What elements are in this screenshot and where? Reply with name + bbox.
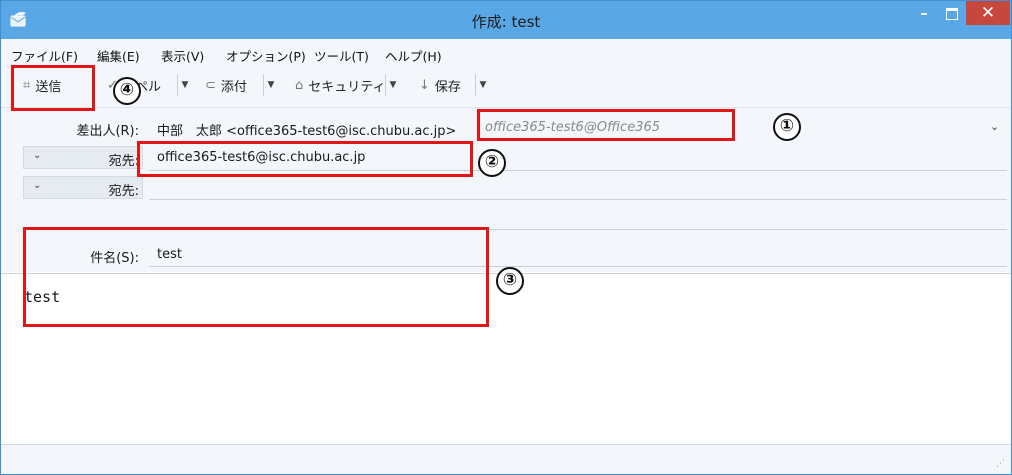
from-address[interactable]: 中部 太郎 <office365-test6@isc.chubu.ac.jp> <box>157 120 456 139</box>
save-dropdown-button[interactable]: ▼ <box>475 74 490 96</box>
annotation-marker-1: ① <box>773 113 801 141</box>
menu-bar: ファイル(F) 編集(E) 表示(V) オプション(P) ツール(T) ヘルプ(… <box>1 39 1011 65</box>
attach-label: 添付 <box>220 80 247 95</box>
security-dropdown-button[interactable]: ▼ <box>385 74 400 96</box>
from-dropdown-icon[interactable]: ⌄ <box>990 120 999 133</box>
highlight-recipient <box>137 141 473 177</box>
lock-icon: ⌂ <box>295 78 304 93</box>
menu-file[interactable]: ファイル(F) <box>11 46 78 65</box>
attach-dropdown-button[interactable]: ▼ <box>263 74 278 96</box>
maximize-icon <box>946 8 958 20</box>
menu-edit[interactable]: 編集(E) <box>97 46 140 65</box>
highlight-subject-body <box>23 227 489 327</box>
close-button[interactable]: ✕ <box>966 1 1010 25</box>
save-label: 保存 <box>434 80 461 95</box>
to2-underline <box>149 199 1007 200</box>
menu-tools[interactable]: ツール(T) <box>314 46 369 65</box>
resize-grip-icon[interactable]: ⋰ <box>996 459 1005 469</box>
menu-options[interactable]: オプション(P) <box>226 46 306 65</box>
save-button[interactable]: ↓ 保存 <box>419 76 461 95</box>
menu-help[interactable]: ヘルプ(H) <box>385 46 442 65</box>
compose-window: 作成: test – ✕ ファイル(F) 編集(E) 表示(V) オプション(P… <box>0 0 1012 475</box>
chevron-down-icon: ⌄ <box>33 150 42 161</box>
status-bar: ⋰ <box>1 444 1011 474</box>
security-label: セキュリティ <box>308 80 386 95</box>
title-bar: 作成: test – ✕ <box>1 1 1011 39</box>
to2-label: 宛先: <box>108 184 139 199</box>
annotation-marker-2: ② <box>478 149 506 177</box>
to-label: 宛先: <box>108 154 139 169</box>
maximize-button[interactable] <box>939 4 965 26</box>
compose-toolbar: ⌗ 送信 ✓ スペル ▼ ⊂ 添付 ▼ ⌂ セキュリティ ▼ ↓ 保存 ▼ <box>1 65 1011 108</box>
spell-dropdown-button[interactable]: ▼ <box>177 74 192 96</box>
annotation-marker-4: ④ <box>113 77 141 105</box>
highlight-send <box>11 65 95 111</box>
attach-button[interactable]: ⊂ 添付 <box>205 76 247 95</box>
paperclip-icon: ⊂ <box>205 78 216 93</box>
security-button[interactable]: ⌂ セキュリティ <box>295 76 386 95</box>
highlight-identity <box>477 109 735 141</box>
menu-view[interactable]: 表示(V) <box>161 46 204 65</box>
chevron-down-icon: ⌄ <box>33 180 42 191</box>
from-label: 差出人(R): <box>76 124 139 139</box>
window-title: 作成: test <box>471 13 541 31</box>
annotation-marker-3: ③ <box>496 267 524 295</box>
download-arrow-icon: ↓ <box>419 78 430 93</box>
minimize-button[interactable]: – <box>911 5 937 27</box>
